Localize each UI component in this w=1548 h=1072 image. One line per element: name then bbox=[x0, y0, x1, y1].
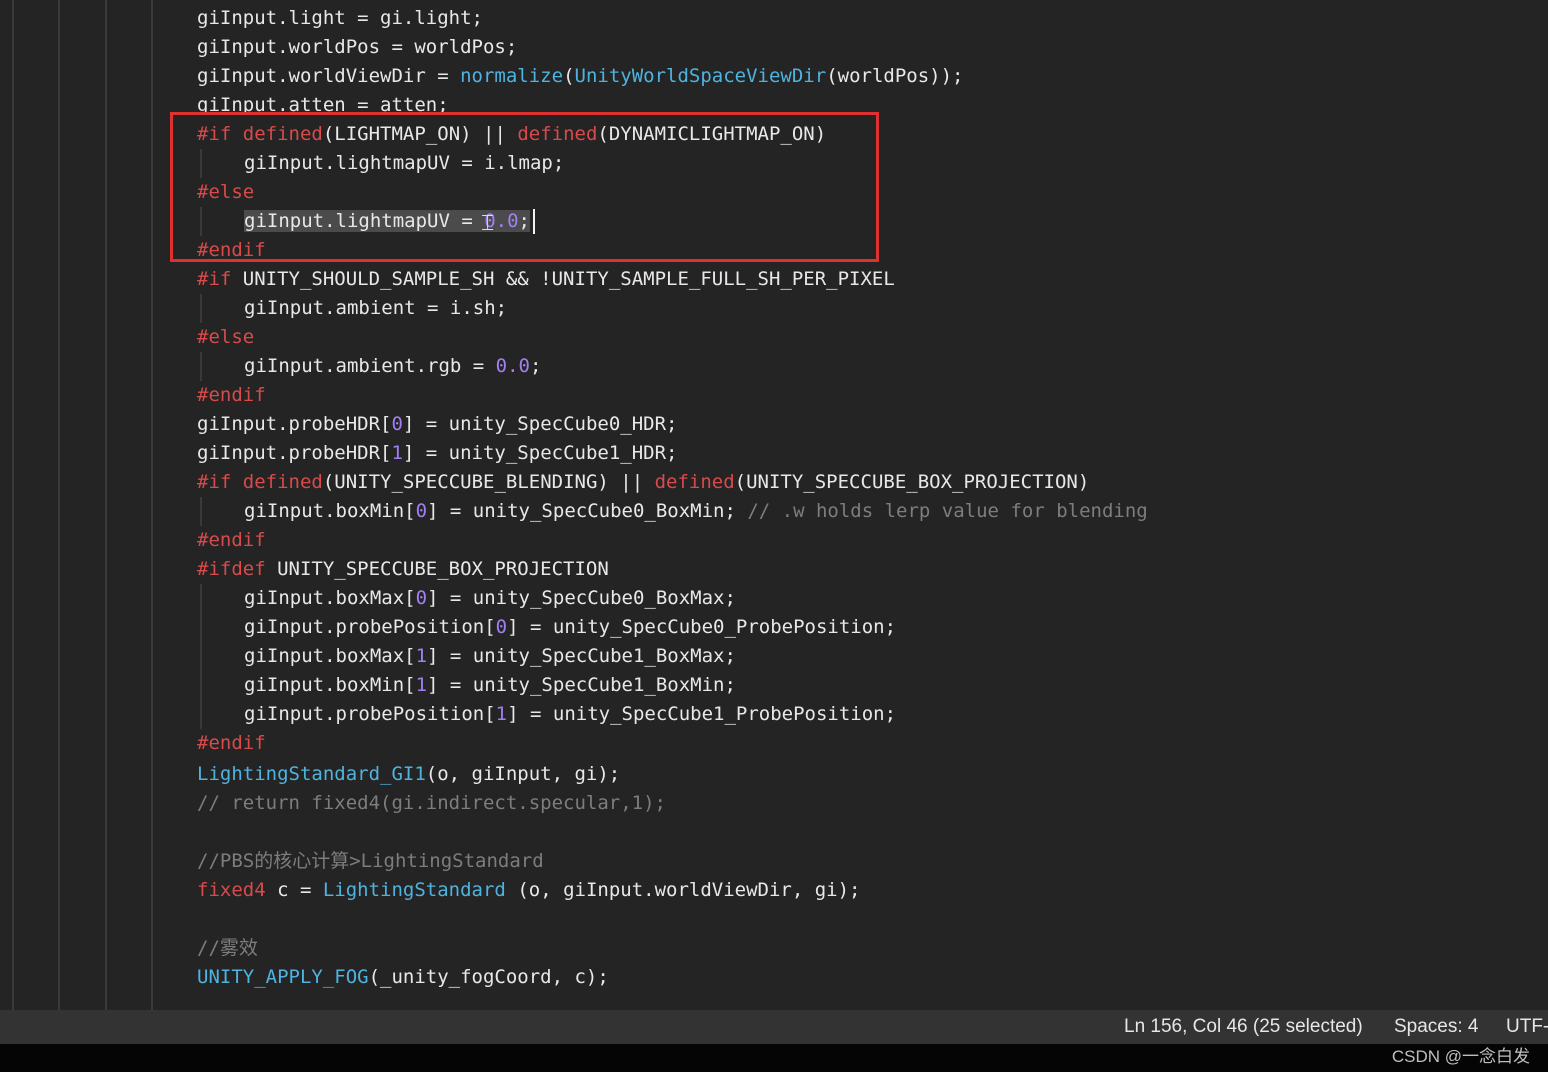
cursor-position-status[interactable]: Ln 156, Col 46 (25 selected) bbox=[1124, 1016, 1363, 1038]
code-line: //PBS的核心计算>LightingStandard bbox=[197, 850, 544, 872]
code-line: LightingStandard_GI1(o, giInput, gi); bbox=[197, 763, 621, 785]
indent-guide bbox=[200, 294, 202, 323]
watermark: CSDN @一念白发 bbox=[1391, 1047, 1530, 1066]
indent-guide bbox=[200, 584, 202, 729]
screenshot-root: giInput.light = gi.light; giInput.worldP… bbox=[0, 0, 1548, 1072]
code-line: giInput.boxMax[1] = unity_SpecCube1_BoxM… bbox=[244, 645, 736, 667]
code-line: giInput.probeHDR[0] = unity_SpecCube0_HD… bbox=[197, 413, 678, 435]
indent-guide bbox=[58, 0, 60, 1010]
code-editor[interactable]: giInput.light = gi.light; giInput.worldP… bbox=[0, 0, 1548, 1010]
status-bar: Ln 156, Col 46 (25 selected) Spaces: 4 U… bbox=[0, 1010, 1548, 1044]
code-line: giInput.probeHDR[1] = unity_SpecCube1_HD… bbox=[197, 442, 678, 464]
ibeam-cursor-icon: ⌶ bbox=[481, 211, 495, 236]
code-line: giInput.probePosition[1] = unity_SpecCub… bbox=[244, 703, 897, 725]
code-line: fixed4 c = LightingStandard (o, giInput.… bbox=[197, 879, 861, 901]
code-line: UNITY_APPLY_FOG(_unity_fogCoord, c); bbox=[197, 966, 609, 988]
code-line: giInput.boxMax[0] = unity_SpecCube0_BoxM… bbox=[244, 587, 736, 609]
code-line: #endif bbox=[197, 732, 266, 754]
indent-guide bbox=[12, 0, 14, 1010]
code-line: giInput.worldPos = worldPos; bbox=[197, 36, 518, 58]
code-line: giInput.ambient = i.sh; bbox=[244, 297, 508, 319]
indent-guide bbox=[151, 0, 153, 1010]
indent-guide bbox=[200, 497, 202, 526]
annotation-highlight-box bbox=[170, 112, 879, 262]
indent-guide bbox=[200, 352, 202, 381]
indentation-status[interactable]: Spaces: 4 bbox=[1394, 1016, 1479, 1038]
code-line: #if defined(UNITY_SPECCUBE_BLENDING) || … bbox=[197, 471, 1090, 493]
code-line: giInput.worldViewDir = normalize(UnityWo… bbox=[197, 65, 964, 87]
code-line: giInput.probePosition[0] = unity_SpecCub… bbox=[244, 616, 897, 638]
code-line: #ifdef UNITY_SPECCUBE_BOX_PROJECTION bbox=[197, 558, 609, 580]
bottom-strip bbox=[0, 1044, 1548, 1072]
code-line: giInput.boxMin[0] = unity_SpecCube0_BoxM… bbox=[244, 500, 1148, 522]
code-line: //雾效 bbox=[197, 937, 258, 959]
code-line: #endif bbox=[197, 384, 266, 406]
text-cursor bbox=[533, 209, 535, 234]
code-line: giInput.ambient.rgb = 0.0; bbox=[244, 355, 542, 377]
code-line: giInput.light = gi.light; bbox=[197, 7, 483, 29]
encoding-status[interactable]: UTF- bbox=[1506, 1016, 1548, 1038]
code-line: giInput.boxMin[1] = unity_SpecCube1_BoxM… bbox=[244, 674, 736, 696]
code-line: #if UNITY_SHOULD_SAMPLE_SH && !UNITY_SAM… bbox=[197, 268, 895, 290]
indent-guide bbox=[105, 0, 107, 1010]
code-line: #else bbox=[197, 326, 255, 348]
code-line: #endif bbox=[197, 529, 266, 551]
code-line: // return fixed4(gi.indirect.specular,1)… bbox=[197, 792, 666, 814]
